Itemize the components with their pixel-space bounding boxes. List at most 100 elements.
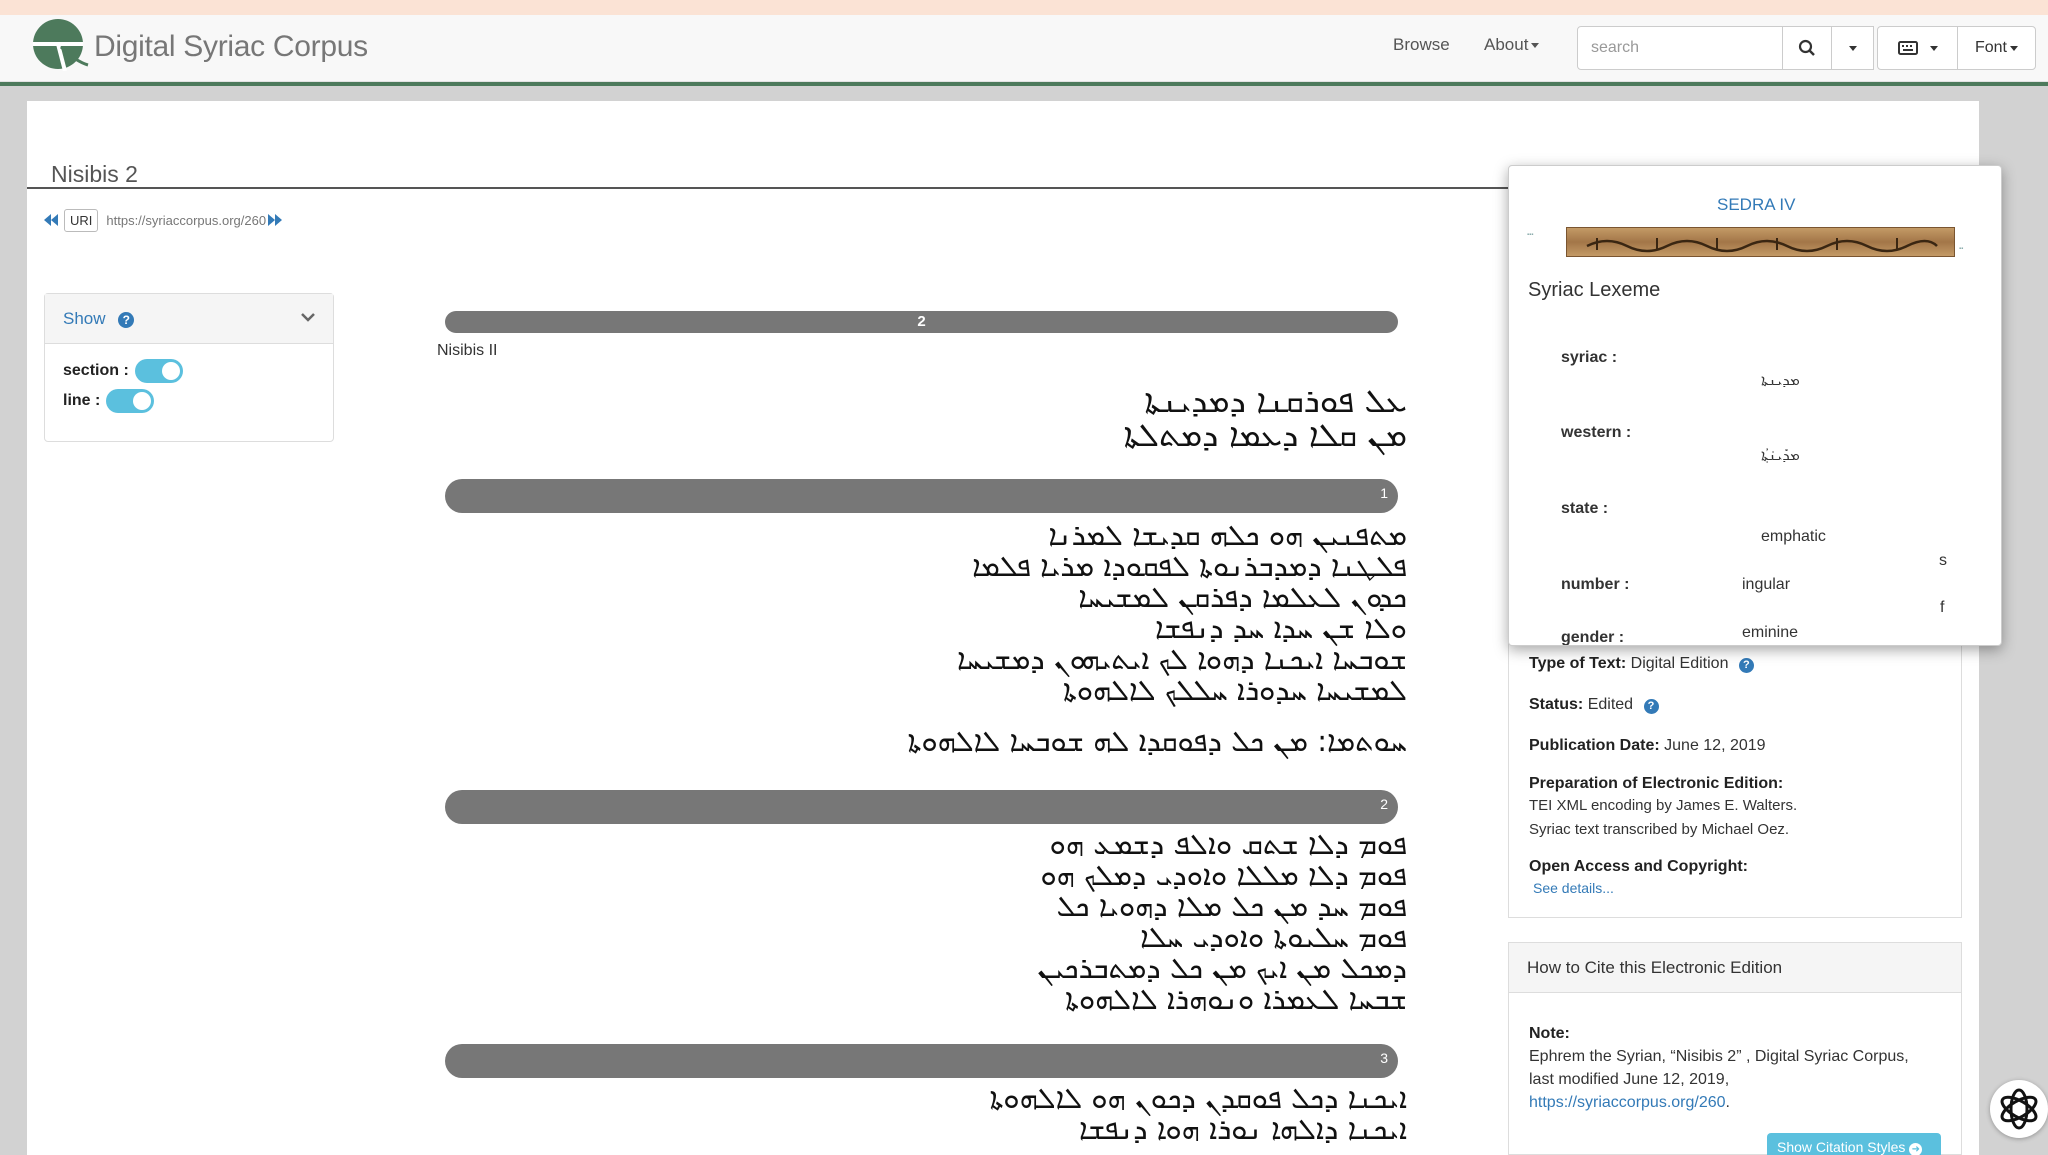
verse-line: ܠܡܫܝܚܐ ܚܕܘܪܐ ܚܠܠܟ ܠܐܠܗܘܬܐ: [1063, 673, 1407, 707]
prep-line: Syriac text transcribed by Michael Oez.: [1529, 821, 1790, 838]
verse-line: ܦܘܡ ܕܠܐ ܡܠܠܐ ܘܐܘܕܝ ܕܡܠܟ ܗܘ: [1040, 858, 1407, 892]
see-details-link[interactable]: See details...: [1533, 880, 1614, 896]
search-icon: [1798, 39, 1815, 56]
line-toggle-row: line :: [63, 389, 155, 413]
line-label: line :: [63, 392, 101, 409]
lexeme-field-value: ܡܕܝܢܬܐ: [1761, 372, 1800, 389]
section-label: section :: [63, 362, 129, 379]
lexeme-field-extra: s: [1939, 552, 1947, 569]
pub-value: June 12, 2019: [1664, 737, 1766, 754]
uri-row: URI https://syriaccorpus.org/260: [44, 207, 283, 233]
nav-about[interactable]: About: [1484, 35, 1540, 55]
verse-line: ܘܠܐ ܫܢ ܚܕܐ ܚܕ ܕܢܦܫܐ: [1154, 611, 1407, 645]
verse-line: ܫܘܒܚܐ ܐܝܟܢܐ ܕܗܘܐ ܠܟ ܐܝܬܝܗܘܢ ܕܡܫܝܚܐ: [956, 642, 1407, 676]
navbar: Digital Syriac Corpus Browse About Font: [0, 15, 2048, 86]
chevron-down-icon[interactable]: [301, 313, 315, 323]
verse-line: ܐܝܟܢܐ ܕܟܠ ܦܘܩܕܢ ܕܟܘܢ ܗܘ ܠܐܠܗܘܬܐ: [989, 1081, 1407, 1115]
help-icon[interactable]: ?: [118, 312, 135, 328]
chevron-down-icon: [1848, 45, 1857, 51]
type-value: Digital Edition: [1630, 655, 1729, 672]
show-citation-styles-button[interactable]: Show Citation Styles ➜: [1767, 1133, 1941, 1155]
verse-line: ܦܘܡ ܚܕ ܡܢ ܟܠ ܡܠܐ ܕܗܘܝܐ ܟܠ: [1056, 889, 1407, 923]
brand-title[interactable]: Digital Syriac Corpus: [94, 30, 368, 64]
lexeme-source-link[interactable]: SEDRA IV: [1717, 195, 1795, 215]
page-title: Nisibis 2: [51, 161, 138, 187]
verse-line: ܫܒܚܐ ܠܥܡܪܐ ܘܢܘܗܪܐ ܠܐܠܗܘܬܐ: [1065, 982, 1407, 1016]
help-icon[interactable]: ?: [1643, 699, 1659, 714]
lexeme-field-extra: f: [1940, 599, 1945, 616]
lexeme-field-label: number :: [1561, 576, 1630, 593]
font-button[interactable]: Font: [1957, 26, 2036, 70]
lexeme-field-value: emphatic: [1761, 528, 1826, 545]
logo-icon[interactable]: [31, 17, 89, 71]
lexeme-popup: SEDRA IV ▪▪▪ ▪▪ Syriac Lexeme syriac : ܡ…: [1508, 165, 2002, 646]
lexeme-field-label: syriac :: [1561, 349, 1618, 366]
note-end: .: [1725, 1094, 1730, 1111]
sedra-logo: ▪▪▪: [1527, 232, 1534, 238]
line-toggle[interactable]: [106, 389, 155, 413]
type-of-text: Type of Text: Digital Edition ?: [1529, 655, 1754, 673]
note-uri: https://syriaccorpus.org/260.: [1529, 1094, 1730, 1112]
uri-button[interactable]: URI: [64, 208, 99, 232]
verse-line: ܐܝܟܢܐ ܕܐܠܗܐ ܢܘܪܐ ܗܘܐ ܕܢܦܫܐ: [1078, 1112, 1407, 1146]
cite-heading[interactable]: How to Cite this Electronic Edition: [1509, 943, 1961, 993]
lexeme-field-value: ingular: [1742, 576, 1791, 593]
prep-label: Preparation of Electronic Edition:: [1529, 775, 1784, 792]
help-icon[interactable]: ?: [1738, 658, 1754, 673]
section-bar: 1: [445, 479, 1398, 513]
nav-divider: [0, 82, 2048, 86]
citation-button-label: Show Citation Styles: [1777, 1139, 1906, 1155]
uri-text: https://syriaccorpus.org/260: [106, 212, 267, 228]
keyboard-icon: [1897, 41, 1918, 55]
refrain-line: ܚܘܬܡܐ: ܡܢ ܟܠ ܕܦܘܩܕܐ ܠܗ ܫܘܒܚܐ ܠܐܠܗܘܬܐ: [907, 724, 1407, 758]
chevron-down-icon: [1929, 45, 1938, 51]
font-button-label: Font: [1974, 39, 2007, 56]
verse-line: ܕܡܟܠ ܡܢ ܐܝܟ ܡܢ ܟܠ ܕܡܬܒܪܟܝܢ: [1037, 951, 1407, 985]
search-input[interactable]: [1577, 26, 1783, 70]
chat-assistant-button[interactable]: [1990, 1080, 2048, 1138]
type-label: Type of Text:: [1529, 655, 1627, 672]
open-access-label: Open Access and Copyright:: [1529, 858, 1748, 875]
section-toggle[interactable]: [134, 359, 183, 383]
show-panel-header[interactable]: Show ?: [45, 294, 333, 344]
note-label: Note:: [1529, 1025, 1570, 1042]
verse-line: ܦܘܡ ܚܠܝܘܬܐ ܘܐܘܕܝ ܚܠܐ: [1140, 920, 1407, 954]
section-number: 1: [1380, 485, 1388, 501]
lexeme-heading: Syriac Lexeme: [1528, 279, 1661, 301]
section-toggle-row: section :: [63, 359, 183, 383]
show-title: Show ?: [63, 309, 135, 329]
status-label: Status:: [1529, 696, 1584, 713]
prep-line: TEI XML encoding by James E. Walters.: [1529, 797, 1798, 814]
section-bar: 2: [445, 790, 1398, 824]
note-line: Ephrem the Syrian, “Nisibis 2” , Digital…: [1529, 1048, 1909, 1065]
lexeme-field-label: western :: [1561, 424, 1632, 441]
section-number: 3: [1380, 1050, 1388, 1066]
status-value: Edited: [1587, 696, 1634, 713]
chevron-down-icon: [1531, 43, 1540, 49]
title-divider: [27, 187, 1508, 189]
manuscript-banner: [1566, 227, 1955, 257]
section-number: 2: [1380, 796, 1388, 812]
status: Status: Edited ?: [1529, 696, 1659, 714]
search-options-button[interactable]: [1831, 26, 1874, 70]
note-line: last modified June 12, 2019,: [1529, 1071, 1730, 1088]
arrow-right-circle-icon: ➜: [1909, 1143, 1923, 1155]
metadata-card: Type of Text: Digital Edition ? Status: …: [1508, 643, 1962, 918]
verse-line: ܡܬܦܢܝܢ ܗܘ ܟܠܗ ܩܕܝܫܐ ܠܡܪܢܐ: [1048, 518, 1407, 552]
heading-line: ܡܢ ܩܠܐ ܕܥܡܐ ܕܡܬܠܬܐ: [1123, 415, 1407, 454]
nav-about-label: About: [1484, 35, 1529, 54]
manuscript-script-image: [1586, 238, 1938, 253]
previous-icon[interactable]: [44, 214, 58, 226]
pub-label: Publication Date:: [1529, 737, 1660, 754]
keyboard-button[interactable]: [1877, 26, 1958, 70]
search-button[interactable]: [1782, 26, 1832, 70]
lexeme-field-label: state :: [1561, 500, 1609, 517]
sedra-logo: ▪▪: [1959, 246, 1964, 252]
work-title: Nisibis II: [437, 342, 498, 359]
next-icon[interactable]: [268, 214, 283, 226]
nav-browse[interactable]: Browse: [1393, 35, 1450, 55]
verse-line: ܟܕܘܢ ܠܥܠܡܐ ܕܦܪܩܢ ܠܡܫܝܚܐ: [1078, 580, 1407, 614]
note-link[interactable]: https://syriaccorpus.org/260: [1529, 1094, 1726, 1111]
verse-line: ܦܘܡ ܕܠܐ ܫܬܩ ܘܐܠܦ ܕܫܡܥ ܗܘ: [1049, 827, 1407, 861]
openai-logo-icon: [2000, 1088, 2038, 1130]
